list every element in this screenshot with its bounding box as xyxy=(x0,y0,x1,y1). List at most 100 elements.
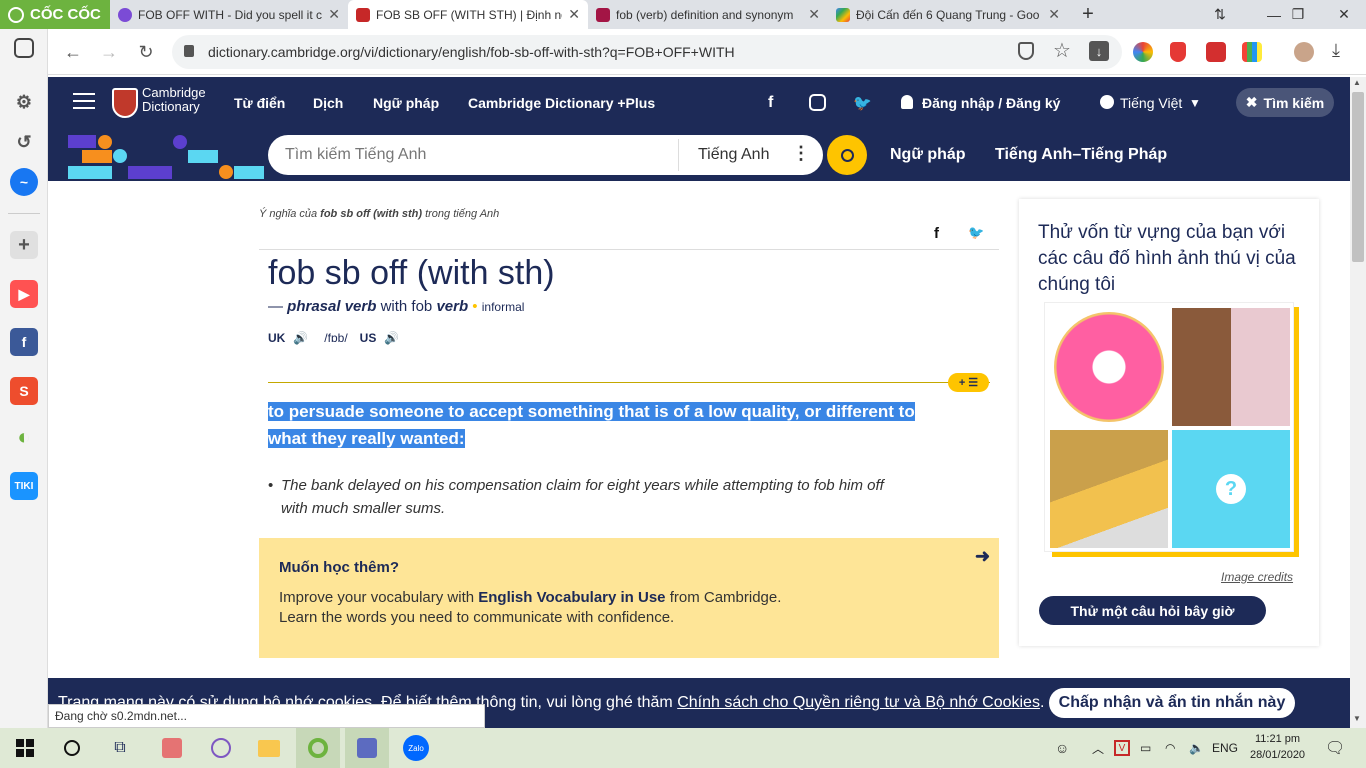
back-icon[interactable]: ← xyxy=(58,37,88,67)
nav-plus[interactable]: Cambridge Dictionary +Plus xyxy=(468,77,655,129)
reload-icon[interactable]: ↻ xyxy=(131,37,161,67)
notification-icon[interactable]: 🗨 xyxy=(1325,728,1345,768)
messenger-icon[interactable]: ~ xyxy=(10,168,38,196)
donut-image[interactable] xyxy=(1050,308,1168,426)
facebook-icon[interactable]: f xyxy=(10,328,38,356)
tray-expand-icon[interactable]: ︿ xyxy=(1092,728,1104,768)
zalo-icon[interactable]: Zalo xyxy=(401,733,431,763)
forward-icon[interactable]: → xyxy=(94,37,124,67)
share-twitter-icon[interactable]: 🐦 xyxy=(968,225,984,241)
quiz-images[interactable]: ? xyxy=(1044,302,1294,552)
fish-chips-image[interactable] xyxy=(1050,430,1168,548)
coccoc-map-icon[interactable]: ◐ xyxy=(10,423,38,451)
search-language-selector[interactable]: Tiếng Anh xyxy=(698,146,769,164)
add-app-icon[interactable]: + xyxy=(10,231,38,259)
cookie-policy-link[interactable]: Chính sách cho Quyền riêng tư và Bộ nhớ … xyxy=(677,694,1040,711)
login-link[interactable]: Đăng nhập / Đăng ký xyxy=(922,77,1060,129)
menu-icon[interactable] xyxy=(73,93,95,109)
taskbar-app-2-icon[interactable] xyxy=(206,733,236,763)
task-view-icon[interactable]: ⧉ xyxy=(105,733,135,763)
nav-translate[interactable]: Dịch xyxy=(313,77,343,129)
taskbar-app-3-icon[interactable] xyxy=(345,728,389,768)
language-indicator[interactable]: ENG xyxy=(1212,728,1238,768)
people-icon[interactable]: ☺ xyxy=(1055,728,1069,768)
question-tile[interactable]: ? xyxy=(1172,430,1290,548)
windows-start-icon[interactable] xyxy=(10,733,40,763)
tab-search-icon[interactable]: ⇅ xyxy=(1200,0,1240,29)
close-window-icon[interactable]: ✕ xyxy=(1324,0,1364,29)
tab-close-icon[interactable]: ✕ xyxy=(808,6,820,23)
history-icon[interactable]: ↺ xyxy=(10,128,38,156)
profile-avatar[interactable] xyxy=(1294,42,1314,62)
extension-colorful-icon[interactable] xyxy=(1242,42,1262,62)
youtube-icon[interactable]: ▶ xyxy=(10,280,38,308)
taskbar-coccoc-icon[interactable] xyxy=(296,728,340,768)
maximize-icon[interactable]: ❐ xyxy=(1278,0,1318,29)
shield-icon[interactable] xyxy=(1018,42,1034,60)
new-tab-button[interactable]: + xyxy=(1068,0,1108,29)
scrollbar-thumb[interactable] xyxy=(1352,92,1364,262)
add-to-list-button[interactable]: + ☰ xyxy=(948,373,989,392)
taskbar-app-1-icon[interactable] xyxy=(157,733,187,763)
twitter-icon[interactable]: 🐦 xyxy=(853,77,872,129)
site-logo[interactable]: Cambridge Dictionary xyxy=(142,86,206,114)
language-selector[interactable]: Tiếng Việt xyxy=(1120,77,1182,129)
bookmark-star-icon[interactable]: ☆ xyxy=(1053,38,1071,63)
quiz-button[interactable]: Thử một câu hỏi bây giờ xyxy=(1039,596,1266,625)
nav-dictionary[interactable]: Từ điển xyxy=(234,77,285,129)
share-facebook-icon[interactable]: f xyxy=(934,225,939,242)
nav-grammar[interactable]: Ngữ pháp xyxy=(373,77,439,129)
browser-tab-2[interactable]: FOB SB OFF (WITH STH) | Định ngh ✕ xyxy=(348,0,588,29)
tab-close-icon[interactable]: ✕ xyxy=(328,6,340,23)
sidebar-toggle-icon[interactable] xyxy=(14,38,34,58)
arrow-right-icon[interactable]: ➜ xyxy=(975,546,990,567)
file-explorer-icon[interactable] xyxy=(254,733,284,763)
grammar-line: — phrasal verb with fob verb • informal xyxy=(268,298,524,315)
us-audio-icon[interactable]: 🔊 xyxy=(384,331,399,345)
tab-close-icon[interactable]: ✕ xyxy=(568,6,580,23)
logo-line-1: Cambridge xyxy=(142,85,206,100)
search-input[interactable]: Tìm kiếm Tiếng Anh Tiếng Anh ⋮ xyxy=(268,135,823,175)
tray-app-icon[interactable]: V xyxy=(1114,728,1130,768)
more-options-icon[interactable]: ⋮ xyxy=(792,143,810,164)
uk-audio-icon[interactable]: 🔊 xyxy=(293,331,308,345)
shopee-icon[interactable]: S xyxy=(10,377,38,405)
zalo-label: Zalo xyxy=(403,735,429,761)
facebook-icon[interactable]: f xyxy=(768,77,773,129)
volume-icon[interactable]: 🔈 xyxy=(1189,728,1204,768)
cortana-search-icon[interactable] xyxy=(57,733,87,763)
browser-tab-1[interactable]: FOB OFF WITH - Did you spell it co ✕ xyxy=(110,0,348,29)
clock[interactable]: 11:21 pm 28/01/2020 xyxy=(1250,731,1305,763)
pos-label[interactable]: phrasal verb xyxy=(287,298,376,315)
settings-icon[interactable]: ⚙ xyxy=(10,88,38,116)
extension-red-icon[interactable] xyxy=(1206,42,1226,62)
battery-icon[interactable]: ▭ xyxy=(1140,728,1151,768)
header-search-button[interactable]: ✖ Tìm kiếm xyxy=(1236,88,1334,117)
scroll-up-icon[interactable]: ▲ xyxy=(1353,78,1361,87)
extension-chrome-icon[interactable] xyxy=(1133,42,1153,62)
instagram-icon[interactable] xyxy=(809,94,826,111)
url-input[interactable]: dictionary.cambridge.org/vi/dictionary/e… xyxy=(172,35,1122,69)
milkshake-image[interactable] xyxy=(1172,308,1290,426)
downloads-icon[interactable]: ⤓ xyxy=(1332,40,1340,61)
learn-more-box[interactable]: Muốn học thêm? ➜ Improve your vocabulary… xyxy=(259,538,999,658)
search-button[interactable] xyxy=(827,135,867,175)
scroll-down-icon[interactable]: ▼ xyxy=(1353,714,1361,723)
more-line1-post: from Cambridge. xyxy=(665,589,782,606)
english-french-link[interactable]: Tiếng Anh–Tiếng Pháp xyxy=(995,129,1167,181)
pronunciation-row: UK 🔊 /fɒb/ US 🔊 xyxy=(268,331,399,345)
wifi-icon[interactable]: ◠ xyxy=(1165,728,1175,768)
cookie-accept-button[interactable]: Chấp nhận và ẩn tin nhắn này xyxy=(1049,688,1295,718)
download-page-icon[interactable]: ↓ xyxy=(1089,41,1109,61)
learn-more-title: Muốn học thêm? xyxy=(279,559,399,576)
browser-brand[interactable]: CỐC CỐC xyxy=(0,0,110,29)
grammar-link[interactable]: Ngữ pháp xyxy=(890,129,966,181)
tab-close-icon[interactable]: ✕ xyxy=(1048,6,1060,23)
browser-tab-4[interactable]: Đội Cấn đến 6 Quang Trung - Goo ✕ xyxy=(828,0,1068,29)
image-credits-link[interactable]: Image credits xyxy=(1221,570,1293,584)
tiki-icon[interactable]: TIKI xyxy=(10,472,38,500)
browser-tab-3[interactable]: fob (verb) definition and synonym ✕ xyxy=(588,0,828,29)
extension-shield-icon[interactable] xyxy=(1170,42,1186,62)
more-line1-bold[interactable]: English Vocabulary in Use xyxy=(478,589,665,606)
more-line-2: Learn the words you need to communicate … xyxy=(279,609,675,626)
